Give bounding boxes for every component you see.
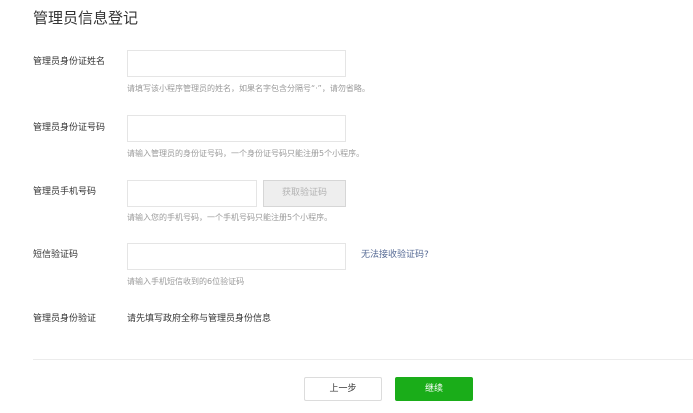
name-hint: 请填写该小程序管理员的姓名，如果名字包含分隔号“·”，请勿省略。 xyxy=(127,84,370,93)
phone-label: 管理员手机号码 xyxy=(33,187,97,197)
prev-step-button[interactable]: 上一步 xyxy=(304,377,382,401)
phone-hint: 请输入您的手机号码，一个手机号码只能注册5个小程序。 xyxy=(127,213,333,222)
phone-input[interactable] xyxy=(127,180,257,207)
footer-divider xyxy=(33,359,693,360)
name-input[interactable] xyxy=(127,50,346,77)
sms-code-label: 短信验证码 xyxy=(33,250,79,260)
id-number-input[interactable] xyxy=(127,115,346,142)
cannot-receive-code-link[interactable]: 无法接收验证码? xyxy=(361,249,429,261)
id-number-hint: 请输入管理员的身份证号码，一个身份证号码只能注册5个小程序。 xyxy=(127,149,365,158)
id-number-label: 管理员身份证号码 xyxy=(33,123,106,133)
continue-button[interactable]: 继续 xyxy=(395,377,473,401)
name-label: 管理员身份证姓名 xyxy=(33,57,106,67)
sms-code-hint: 请输入手机短信收到的6位验证码 xyxy=(127,277,245,286)
page-title: 管理员信息登记 xyxy=(33,9,139,27)
identity-verify-label: 管理员身份验证 xyxy=(33,314,97,324)
sms-code-input[interactable] xyxy=(127,243,346,270)
get-code-button[interactable]: 获取验证码 xyxy=(263,180,346,207)
identity-verify-text: 请先填写政府全称与管理员身份信息 xyxy=(127,314,272,324)
